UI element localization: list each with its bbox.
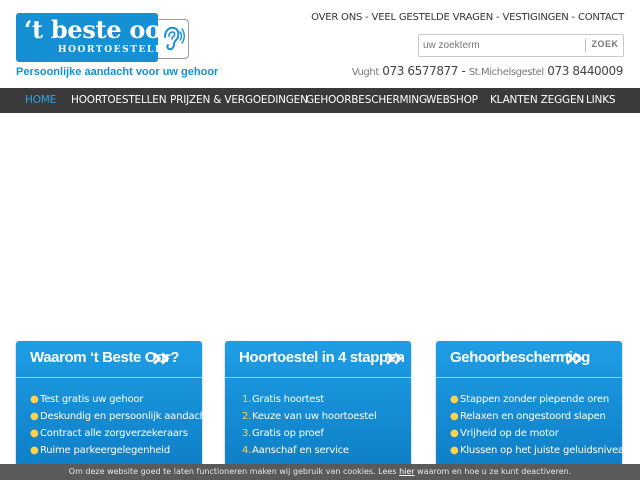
list-item: 1.Gratis hoortest xyxy=(242,391,377,408)
list-item: 3.Gratis op proef xyxy=(242,425,377,442)
step-number: 4. xyxy=(242,445,252,456)
list-item: ●Vrijheid op de motor xyxy=(450,425,630,442)
list-item: ●Relaxen en ongestoord slapen xyxy=(450,408,630,425)
phone-number-vught[interactable]: 073 6577877 xyxy=(382,64,458,78)
list-item-text: Contract alle zorgverzekeraars xyxy=(40,428,188,439)
topnav-separator: - xyxy=(365,12,369,23)
phone-number-st-michielsgestel[interactable]: 073 8440009 xyxy=(547,64,623,78)
card-header: Gehoorbescherming xyxy=(436,341,622,378)
card-waarom[interactable]: Waarom ‘t Beste Oor? ●Test gratis uw geh… xyxy=(16,341,210,466)
list-item-text: Ruime parkeergelegenheid xyxy=(40,445,171,456)
step-number: 3. xyxy=(242,428,252,439)
nav-item-links[interactable]: LINKS xyxy=(586,88,616,113)
topnav-separator: - xyxy=(571,12,576,23)
cookie-text: Om deze website goed te laten functioner… xyxy=(68,467,397,476)
card-header: Waarom ‘t Beste Oor? xyxy=(16,341,202,378)
phone-city-vught: Vught xyxy=(351,67,380,78)
cookie-text: waarom en hoe u ze kunt deactiveren. xyxy=(417,467,572,476)
top-navigation: OVER ONS - VEEL GESTELDE VRAGEN - VESTIGINGE… xyxy=(311,12,624,23)
list-item-text: Gratis hoortest xyxy=(252,394,324,405)
bullet-dot-icon: ● xyxy=(450,394,459,405)
topnav-separator: - xyxy=(496,12,500,23)
list-item-text: Relaxen en ongestoord slapen xyxy=(460,411,606,422)
step-number: 2. xyxy=(242,411,252,422)
list-item-text: Vrijheid op de motor xyxy=(460,428,559,439)
step-number: 1. xyxy=(242,394,252,405)
nav-item-gehoorbescherming[interactable]: GEHOORBESCHERMING xyxy=(306,88,427,113)
search-divider xyxy=(585,39,586,52)
bullet-dot-icon: ● xyxy=(30,394,39,405)
nav-item-home[interactable]: HOME xyxy=(25,88,56,113)
main-navigation: HOME HOORTOESTELLEN PRIJZEN & VERGOEDING… xyxy=(0,88,640,113)
list-item: ●Test gratis uw gehoor xyxy=(30,391,209,408)
double-chevron-right-icon xyxy=(153,352,170,365)
topnav-item-contact[interactable]: CONTACT xyxy=(578,12,624,23)
double-chevron-right-icon xyxy=(386,352,403,365)
list-item: ●Contract alle zorgverzekeraars xyxy=(30,425,209,442)
site-tagline: Persoonlijke aandacht voor uw gehoor xyxy=(16,66,219,78)
nav-item-webshop[interactable]: WEBSHOP xyxy=(426,88,478,113)
card-list: 1.Gratis hoortest 2.Keuze van uw hoortoe… xyxy=(242,391,377,459)
list-item: ●Ruime parkeergelegenheid xyxy=(30,442,209,459)
list-item-text: Aanschaf en service xyxy=(252,445,349,456)
list-item-text: Gratis op proef xyxy=(252,428,324,439)
list-item-text: Deskundig en persoonlijk aandacht xyxy=(40,411,210,422)
nav-item-prijzen-vergoedingen[interactable]: PRIJZEN & VERGOEDINGEN xyxy=(170,88,308,113)
cookie-info-link[interactable]: hier xyxy=(399,467,415,476)
search-input[interactable] xyxy=(423,38,579,52)
phone-numbers: Vught 073 6577877 - St.Michelsgestel 073… xyxy=(351,64,624,78)
site-header: ‘t beste oor HOORTOESTELLEN Persoonlijke… xyxy=(0,0,640,88)
card-list: ●Test gratis uw gehoor ●Deskundig en per… xyxy=(30,391,210,459)
topnav-item-over-ons[interactable]: OVER ONS xyxy=(311,12,362,23)
list-item-text: Stappen zonder piepende oren xyxy=(460,394,609,405)
list-item-text: Test gratis uw gehoor xyxy=(40,394,144,405)
card-hoortoestel-stappen[interactable]: Hoortoestel in 4 stappen 1.Gratis hoorte… xyxy=(225,341,411,466)
nav-item-hoortoestellen[interactable]: HOORTOESTELLEN xyxy=(71,88,167,113)
phone-separator: - xyxy=(461,64,466,78)
topnav-item-faq[interactable]: VEEL GESTELDE VRAGEN xyxy=(372,12,494,23)
cookie-notice: Om deze website goed te laten functioner… xyxy=(0,464,640,480)
search-button[interactable]: ZOEK xyxy=(589,39,621,49)
list-item-text: Keuze van uw hoortoestel xyxy=(252,411,377,422)
nav-item-klanten-zeggen[interactable]: KLANTEN ZEGGEN xyxy=(490,88,584,113)
list-item-text: Klussen op het juiste geluidsniveau xyxy=(460,445,630,456)
card-header: Hoortoestel in 4 stappen xyxy=(225,341,411,378)
logo-title: ‘t beste oor xyxy=(24,15,174,44)
bullet-dot-icon: ● xyxy=(30,411,39,422)
phone-city-st-michielsgestel: St.Michelsgestel xyxy=(468,67,544,78)
ear-icon xyxy=(158,19,189,59)
double-chevron-right-icon xyxy=(566,352,583,365)
hero-banner xyxy=(0,113,640,340)
bullet-dot-icon: ● xyxy=(450,411,459,422)
card-gehoorbescherming[interactable]: Gehoorbescherming ●Stappen zonder piepen… xyxy=(436,341,630,466)
list-item: ●Stappen zonder piepende oren xyxy=(450,391,630,408)
bullet-dot-icon: ● xyxy=(30,428,39,439)
list-item: ●Klussen op het juiste geluidsniveau xyxy=(450,442,630,459)
list-item: 4.Aanschaf en service xyxy=(242,442,377,459)
site-logo[interactable]: ‘t beste oor HOORTOESTELLEN xyxy=(16,13,180,62)
list-item: ●Deskundig en persoonlijk aandacht xyxy=(30,408,210,425)
topnav-item-vestigingen[interactable]: VESTIGINGEN xyxy=(502,12,568,23)
bullet-dot-icon: ● xyxy=(450,445,459,456)
search-box: ZOEK xyxy=(418,34,624,57)
card-list: ●Stappen zonder piepende oren ●Relaxen e… xyxy=(450,391,630,459)
bullet-dot-icon: ● xyxy=(30,445,39,456)
bullet-dot-icon: ● xyxy=(450,428,459,439)
list-item: 2.Keuze van uw hoortoestel xyxy=(242,408,377,425)
card-title: Hoortoestel in 4 stappen xyxy=(239,349,405,366)
